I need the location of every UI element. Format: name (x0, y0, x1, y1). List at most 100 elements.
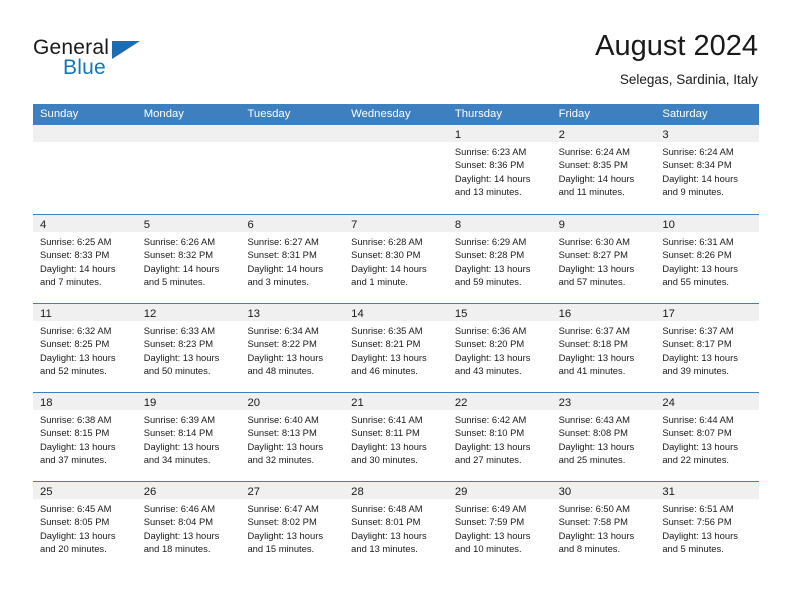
calendar-day-cell[interactable]: 26 Sunrise: 6:46 AM Sunset: 8:04 PM Dayligh… (136, 482, 241, 570)
day-detail-line: and 13 minutes. (351, 542, 418, 554)
day-number: 20 (247, 397, 261, 409)
calendar-day-cell[interactable]: 23 Sunrise: 6:43 AM Sunset: 8:08 PM Dayligh… (551, 393, 656, 481)
calendar-day-cell[interactable]: 10 Sunrise: 6:31 AM Sunset: 8:26 PM Dayligh… (655, 215, 760, 303)
day-detail-line: Sunset: 8:15 PM (40, 427, 110, 439)
calendar-day-cell[interactable]: 6 Sunrise: 6:27 AM Sunset: 8:31 PM Daylight… (240, 215, 345, 303)
day-detail-line: and 39 minutes. (662, 364, 730, 376)
day-detail-line: Sunset: 8:31 PM (247, 249, 317, 261)
day-details: Sunrise: 6:45 AM Sunset: 8:05 PM Daylight:… (33, 499, 137, 555)
day-detail-line: Sunrise: 6:36 AM (454, 325, 527, 336)
day-detail-line: Sunset: 8:01 PM (351, 516, 421, 528)
calendar-day-cell[interactable]: 13 Sunrise: 6:34 AM Sunset: 8:22 PM Dayligh… (240, 304, 345, 392)
day-detail-line: and 5 minutes. (143, 275, 206, 287)
calendar-day-cell[interactable]: 18 Sunrise: 6:38 AM Sunset: 8:15 PM Dayligh… (33, 393, 137, 481)
day-detail-line: Sunrise: 6:49 AM (454, 503, 527, 514)
day-detail-line: Sunset: 8:04 PM (143, 516, 214, 528)
day-number: 7 (351, 219, 358, 231)
calendar-day-cell[interactable]: 29 Sunrise: 6:49 AM Sunset: 7:59 PM Dayligh… (447, 482, 552, 570)
day-detail-line: Daylight: 14 hours (558, 172, 635, 184)
calendar-day-cell[interactable]: 7 Sunrise: 6:28 AM Sunset: 8:30 PM Daylight… (344, 215, 448, 303)
day-detail-line: Daylight: 14 hours (143, 262, 220, 274)
weekday-header-monday: Monday (143, 108, 184, 120)
day-detail-line: and 50 minutes. (143, 364, 211, 376)
day-detail-line: Daylight: 13 hours (454, 440, 531, 452)
calendar-day-cell[interactable]: 20 Sunrise: 6:40 AM Sunset: 8:13 PM Dayligh… (240, 393, 345, 481)
day-details: Sunrise: 6:34 AM Sunset: 8:22 PM Daylight:… (240, 321, 344, 377)
calendar-day-cell[interactable]: 9 Sunrise: 6:30 AM Sunset: 8:27 PM Daylight… (551, 215, 656, 303)
day-detail-line: Sunrise: 6:23 AM (454, 146, 527, 157)
day-detail-line: Daylight: 13 hours (454, 351, 531, 363)
calendar-day-cell[interactable]: 11 Sunrise: 6:32 AM Sunset: 8:25 PM Dayligh… (33, 304, 137, 392)
calendar-day-cell[interactable]: 4 Sunrise: 6:25 AM Sunset: 8:33 PM Daylight… (33, 215, 137, 303)
day-details: Sunrise: 6:37 AM Sunset: 8:17 PM Daylight:… (655, 321, 759, 377)
calendar-day-cell[interactable]: 28 Sunrise: 6:48 AM Sunset: 8:01 PM Dayligh… (344, 482, 448, 570)
calendar-day-cell[interactable]: 14 Sunrise: 6:35 AM Sunset: 8:21 PM Dayligh… (344, 304, 448, 392)
day-number: 13 (247, 308, 261, 320)
calendar-day-cell[interactable]: 21 Sunrise: 6:41 AM Sunset: 8:11 PM Dayligh… (344, 393, 448, 481)
day-details: Sunrise: 6:24 AM Sunset: 8:34 PM Daylight:… (655, 142, 759, 198)
day-detail-line: Sunset: 8:34 PM (662, 159, 732, 171)
day-number: 25 (40, 486, 53, 498)
day-number: 14 (351, 308, 364, 320)
day-number-bar (33, 125, 137, 142)
day-number-bar: 2 (551, 125, 656, 142)
calendar-day-cell[interactable]: 17 Sunrise: 6:37 AM Sunset: 8:17 PM Dayligh… (655, 304, 760, 392)
day-detail-line: Daylight: 13 hours (351, 529, 427, 541)
day-detail-line: and 57 minutes. (558, 275, 626, 287)
day-detail-line: Daylight: 14 hours (454, 172, 531, 184)
calendar-day-cell[interactable]: 19 Sunrise: 6:39 AM Sunset: 8:14 PM Dayligh… (136, 393, 241, 481)
calendar-day-cell[interactable]: 2 Sunrise: 6:24 AM Sunset: 8:35 PM Daylight… (551, 125, 656, 214)
day-detail-line: Sunrise: 6:41 AM (351, 414, 423, 425)
calendar-day-cell[interactable]: 12 Sunrise: 6:33 AM Sunset: 8:23 PM Dayligh… (136, 304, 241, 392)
day-detail-line: Daylight: 13 hours (454, 262, 531, 274)
day-detail-line: Sunset: 8:20 PM (454, 338, 525, 350)
day-number: 26 (143, 486, 157, 498)
day-number: 24 (662, 397, 675, 409)
page-title: August 2024 (595, 30, 758, 62)
day-details: Sunrise: 6:26 AM Sunset: 8:32 PM Daylight:… (137, 232, 241, 288)
calendar-day-cell[interactable]: 5 Sunrise: 6:26 AM Sunset: 8:32 PM Daylight… (136, 215, 241, 303)
day-detail-line: Daylight: 13 hours (454, 529, 531, 541)
triangle-icon (112, 41, 140, 59)
calendar-day-cell[interactable]: 8 Sunrise: 6:29 AM Sunset: 8:28 PM Daylight… (447, 215, 552, 303)
day-detail-line: Sunrise: 6:37 AM (558, 325, 630, 336)
day-detail-line: Sunset: 8:11 PM (351, 427, 420, 439)
day-detail-line: Sunset: 8:27 PM (558, 249, 628, 261)
day-detail-line: Sunset: 8:35 PM (558, 159, 628, 171)
brand-logo[interactable]: General Blue (33, 36, 233, 88)
day-detail-line: Sunrise: 6:51 AM (662, 503, 734, 514)
day-number-bar: 13 (240, 304, 345, 321)
day-detail-line: Sunset: 8:23 PM (143, 338, 214, 350)
calendar-day-cell[interactable]: 15 Sunrise: 6:36 AM Sunset: 8:20 PM Dayligh… (447, 304, 552, 392)
calendar-day-cell[interactable]: 3 Sunrise: 6:24 AM Sunset: 8:34 PM Daylight… (655, 125, 760, 214)
day-detail-line: and 30 minutes. (351, 453, 418, 465)
day-number-bar: 24 (655, 393, 760, 410)
day-number: 8 (454, 219, 462, 231)
day-detail-line: and 55 minutes. (662, 275, 730, 287)
day-detail-line: Daylight: 13 hours (143, 529, 220, 541)
calendar-day-cell[interactable]: 27 Sunrise: 6:47 AM Sunset: 8:02 PM Dayligh… (240, 482, 345, 570)
calendar-day-cell[interactable]: 24 Sunrise: 6:44 AM Sunset: 8:07 PM Dayligh… (655, 393, 760, 481)
day-number-bar: 29 (447, 482, 552, 499)
day-number-bar: 14 (344, 304, 448, 321)
day-number-bar: 9 (551, 215, 656, 232)
weekday-header-friday: Friday (558, 108, 590, 120)
day-details: Sunrise: 6:32 AM Sunset: 8:25 PM Daylight:… (33, 321, 137, 377)
day-number: 29 (454, 486, 468, 498)
calendar-day-cell[interactable]: 30 Sunrise: 6:50 AM Sunset: 7:58 PM Dayligh… (551, 482, 656, 570)
day-details: Sunrise: 6:40 AM Sunset: 8:13 PM Daylight:… (240, 410, 344, 466)
calendar-day-cell[interactable]: 22 Sunrise: 6:42 AM Sunset: 8:10 PM Dayligh… (447, 393, 552, 481)
calendar-day-cell[interactable]: 25 Sunrise: 6:45 AM Sunset: 8:05 PM Dayligh… (33, 482, 137, 570)
calendar-day-cell[interactable]: 16 Sunrise: 6:37 AM Sunset: 8:18 PM Dayligh… (551, 304, 656, 392)
day-detail-line: Daylight: 13 hours (662, 351, 738, 363)
day-number-bar: 27 (240, 482, 345, 499)
day-number-bar: 10 (655, 215, 760, 232)
calendar-day-cell[interactable]: 1 Sunrise: 6:23 AM Sunset: 8:36 PM Daylight… (447, 125, 552, 214)
day-details: Sunrise: 6:42 AM Sunset: 8:10 PM Daylight:… (448, 410, 552, 466)
day-detail-line: Sunrise: 6:26 AM (143, 236, 216, 247)
calendar-grid: Sunday Monday Tuesday Wednesday Thursday Frid… (33, 104, 760, 570)
day-number-bar: 21 (344, 393, 448, 410)
calendar-day-cell[interactable]: 31 Sunrise: 6:51 AM Sunset: 7:56 PM Dayligh… (655, 482, 760, 570)
day-detail-line: Daylight: 13 hours (558, 529, 635, 541)
day-details: Sunrise: 6:30 AM Sunset: 8:27 PM Daylight:… (552, 232, 656, 288)
